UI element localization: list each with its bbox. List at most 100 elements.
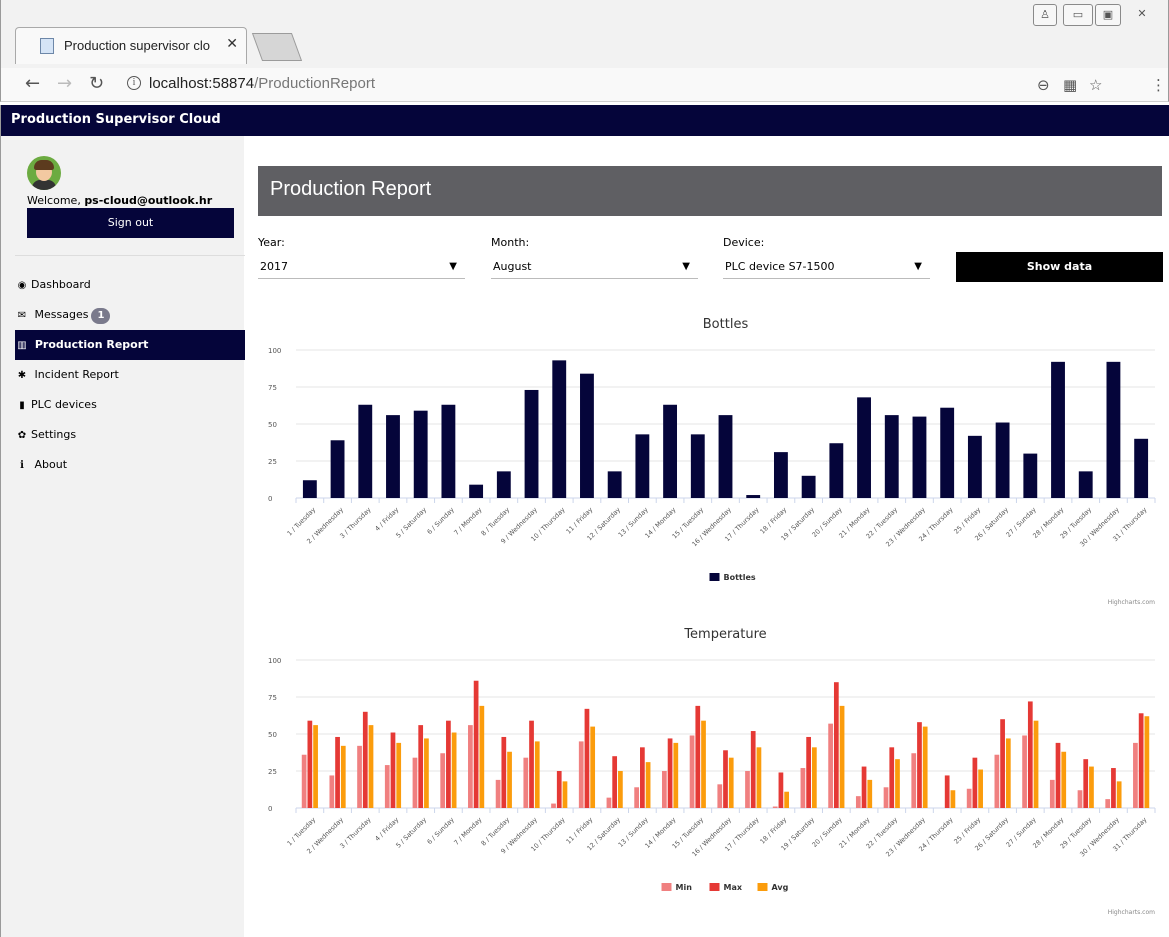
legend-label[interactable]: Bottles [724, 573, 756, 582]
bar-bottles[interactable] [302, 480, 317, 498]
bar-max[interactable] [335, 736, 340, 808]
bar-bottles[interactable] [469, 484, 484, 498]
bar-bottles[interactable] [912, 416, 927, 498]
bar-max[interactable] [833, 682, 839, 808]
bar-max[interactable] [806, 736, 811, 808]
bar-min[interactable] [966, 788, 972, 808]
bar-max[interactable] [1083, 759, 1089, 808]
bar-max[interactable] [750, 731, 756, 808]
bar-max[interactable] [473, 680, 479, 808]
bar-avg[interactable] [922, 726, 928, 808]
bar-max[interactable] [501, 736, 507, 808]
chart-credit[interactable]: Highcharts.com [1108, 599, 1155, 606]
bar-bottles[interactable] [773, 452, 788, 498]
bar-avg[interactable] [756, 747, 762, 808]
bar-avg[interactable] [618, 771, 623, 808]
bar-avg[interactable] [673, 742, 679, 808]
sidebar-item-production-report[interactable]: ▥ Production Report [15, 330, 245, 360]
bar-max[interactable] [972, 757, 978, 808]
bar-min[interactable] [523, 757, 529, 808]
profile-icon[interactable]: ♙ [1033, 4, 1057, 26]
bar-min[interactable] [329, 775, 335, 808]
bar-min[interactable] [1022, 735, 1027, 808]
bar-min[interactable] [384, 765, 390, 808]
bar-bottles[interactable] [690, 434, 705, 498]
bar-bottles[interactable] [746, 495, 761, 498]
legend-label[interactable]: Min [676, 883, 693, 892]
bar-min[interactable] [1105, 799, 1111, 808]
bar-avg[interactable] [839, 705, 845, 808]
bar-avg[interactable] [451, 732, 457, 808]
forward-arrow-icon[interactable]: → [57, 73, 72, 94]
bar-max[interactable] [307, 720, 313, 808]
bar-min[interactable] [661, 771, 667, 808]
bar-max[interactable] [667, 738, 673, 808]
bar-min[interactable] [551, 803, 556, 808]
bar-bottles[interactable] [330, 440, 345, 498]
bar-max[interactable] [362, 711, 368, 808]
bar-max[interactable] [556, 771, 562, 808]
legend-label[interactable]: Avg [772, 883, 789, 892]
bar-bottles[interactable] [358, 404, 373, 498]
bar-bottles[interactable] [1106, 361, 1121, 498]
bar-avg[interactable] [368, 725, 374, 808]
info-icon[interactable]: i [127, 76, 141, 90]
bar-min[interactable] [412, 757, 418, 808]
bar-avg[interactable] [479, 705, 485, 808]
bar-bottles[interactable] [967, 435, 982, 498]
bar-bottles[interactable] [884, 415, 899, 498]
bar-max[interactable] [1000, 719, 1005, 808]
bar-max[interactable] [529, 720, 534, 808]
bar-max[interactable] [1027, 701, 1033, 808]
bar-bottles[interactable] [718, 415, 733, 498]
bar-avg[interactable] [1005, 738, 1011, 808]
back-arrow-icon[interactable]: ← [25, 73, 40, 94]
bar-min[interactable] [911, 753, 917, 808]
bar-max[interactable] [889, 747, 895, 808]
bar-max[interactable] [612, 756, 618, 808]
sign-out-button[interactable]: Sign out [27, 208, 234, 238]
bar-max[interactable] [1111, 768, 1116, 808]
bar-avg[interactable] [1033, 720, 1039, 808]
bar-bottles[interactable] [1134, 438, 1149, 498]
bar-avg[interactable] [867, 779, 873, 808]
bar-min[interactable] [772, 806, 778, 808]
bar-bottles[interactable] [1051, 361, 1065, 498]
bar-max[interactable] [418, 725, 424, 808]
bar-max[interactable] [861, 766, 867, 808]
maximize-button[interactable]: ▣ [1095, 4, 1121, 26]
bar-min[interactable] [1077, 790, 1083, 808]
bar-min[interactable] [828, 723, 833, 808]
bar-max[interactable] [917, 722, 922, 808]
bar-min[interactable] [578, 741, 584, 808]
bookmark-star-icon[interactable]: ☆ [1089, 76, 1102, 94]
sidebar-item-incident-report[interactable]: ✱ Incident Report [15, 360, 245, 390]
bar-avg[interactable] [507, 751, 512, 808]
bar-min[interactable] [855, 796, 861, 808]
bar-bottles[interactable] [607, 471, 622, 498]
bar-min[interactable] [745, 771, 750, 808]
bar-min[interactable] [634, 787, 640, 808]
bar-max[interactable] [390, 732, 396, 808]
bar-max[interactable] [695, 705, 701, 808]
bar-min[interactable] [1133, 742, 1138, 808]
bar-avg[interactable] [313, 725, 318, 808]
bar-min[interactable] [440, 753, 446, 808]
bar-avg[interactable] [895, 759, 900, 808]
bar-avg[interactable] [784, 791, 790, 808]
bar-min[interactable] [468, 725, 473, 808]
bar-min[interactable] [495, 779, 501, 808]
bar-min[interactable] [994, 754, 1000, 808]
bar-bottles[interactable] [552, 360, 567, 498]
bar-avg[interactable] [728, 757, 734, 808]
device-select[interactable]: PLC device S7-1500 ▼ [723, 257, 930, 279]
bar-bottles[interactable] [386, 415, 400, 498]
bar-avg[interactable] [978, 769, 983, 808]
bar-max[interactable] [944, 775, 950, 808]
bar-max[interactable] [723, 750, 728, 808]
bar-min[interactable] [717, 784, 723, 808]
bar-min[interactable] [800, 768, 806, 808]
bar-min[interactable] [1049, 779, 1055, 808]
year-select[interactable]: 2017 ▼ [258, 257, 465, 279]
bar-bottles[interactable] [496, 471, 511, 498]
